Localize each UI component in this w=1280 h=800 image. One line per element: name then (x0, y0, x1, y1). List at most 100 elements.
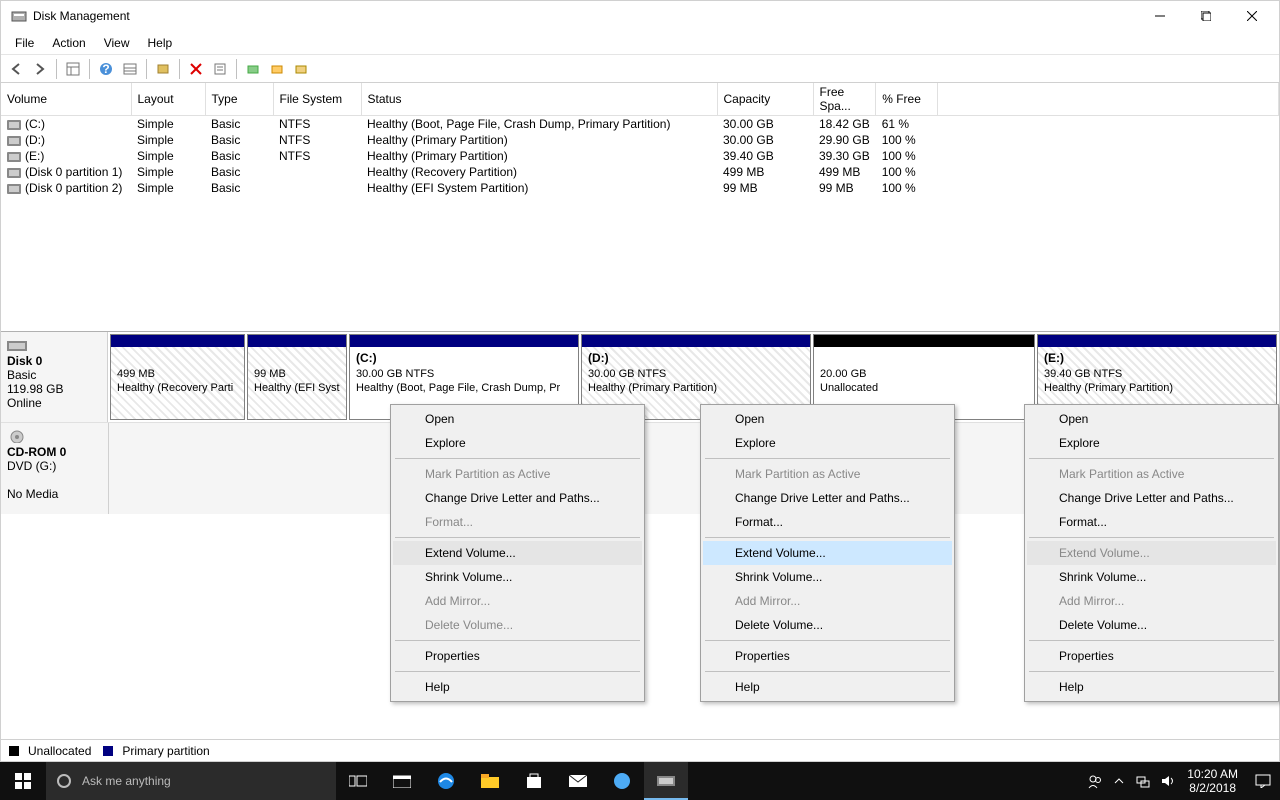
context-item[interactable]: Change Drive Letter and Paths... (393, 486, 642, 510)
context-item[interactable]: Help (1027, 675, 1276, 699)
search-placeholder: Ask me anything (82, 774, 171, 788)
context-item[interactable]: Shrink Volume... (393, 565, 642, 589)
delete-button[interactable] (185, 58, 207, 80)
column-header[interactable]: Status (361, 83, 717, 116)
context-menu-e[interactable]: OpenExploreMark Partition as ActiveChang… (1024, 404, 1279, 702)
context-item[interactable]: Shrink Volume... (1027, 565, 1276, 589)
context-item: Mark Partition as Active (703, 462, 952, 486)
partition[interactable]: 99 MBHealthy (EFI Syst (247, 334, 347, 420)
network-icon[interactable] (1131, 762, 1155, 800)
context-item[interactable]: Explore (703, 431, 952, 455)
menu-view[interactable]: View (96, 34, 138, 52)
close-button[interactable] (1229, 1, 1275, 31)
forward-button[interactable] (29, 58, 51, 80)
context-item[interactable]: Explore (393, 431, 642, 455)
cortana-icon (56, 773, 72, 789)
volume-icon[interactable] (1155, 762, 1179, 800)
partition[interactable]: 499 MBHealthy (Recovery Parti (110, 334, 245, 420)
taskbar-app-files[interactable] (468, 762, 512, 800)
context-menu-c[interactable]: OpenExploreMark Partition as ActiveChang… (390, 404, 645, 702)
action2-button[interactable] (266, 58, 288, 80)
action-center-icon[interactable] (1246, 762, 1280, 800)
disk-label[interactable]: Disk 0 Basic 119.98 GB Online (1, 332, 108, 422)
menu-separator (1029, 671, 1274, 672)
context-item[interactable]: Help (703, 675, 952, 699)
start-button[interactable] (0, 762, 46, 800)
taskbar-app-generic1[interactable] (600, 762, 644, 800)
titlebar: Disk Management (1, 1, 1279, 31)
table-row[interactable]: (C:)SimpleBasicNTFSHealthy (Boot, Page F… (1, 116, 1279, 133)
context-item[interactable]: Format... (1027, 510, 1276, 534)
menu-separator (395, 458, 640, 459)
list-button[interactable] (119, 58, 141, 80)
taskbar-app-edge[interactable] (424, 762, 468, 800)
volume-icon (7, 184, 21, 194)
taskbar-app-diskmgmt[interactable] (644, 762, 688, 800)
menu-separator (395, 640, 640, 641)
table-row[interactable]: (Disk 0 partition 1)SimpleBasicHealthy (… (1, 164, 1279, 180)
menu-action[interactable]: Action (44, 34, 93, 52)
context-item[interactable]: Extend Volume... (393, 541, 642, 565)
refresh-button[interactable] (152, 58, 174, 80)
properties-button[interactable] (209, 58, 231, 80)
table-row[interactable]: (Disk 0 partition 2)SimpleBasicHealthy (… (1, 180, 1279, 196)
menu-separator (395, 671, 640, 672)
context-item[interactable]: Change Drive Letter and Paths... (1027, 486, 1276, 510)
column-header[interactable]: Layout (131, 83, 205, 116)
context-item[interactable]: Explore (1027, 431, 1276, 455)
people-icon[interactable] (1083, 762, 1107, 800)
menubar: File Action View Help (1, 31, 1279, 55)
minimize-button[interactable] (1137, 1, 1183, 31)
context-item: Extend Volume... (1027, 541, 1276, 565)
table-row[interactable]: (D:)SimpleBasicNTFSHealthy (Primary Part… (1, 132, 1279, 148)
context-item[interactable]: Delete Volume... (1027, 613, 1276, 637)
action3-button[interactable] (290, 58, 312, 80)
context-item: Add Mirror... (393, 589, 642, 613)
search-box[interactable]: Ask me anything (46, 762, 336, 800)
window-title: Disk Management (33, 9, 130, 23)
context-item[interactable]: Open (393, 407, 642, 431)
taskbar-app-store[interactable] (512, 762, 556, 800)
context-item[interactable]: Properties (393, 644, 642, 668)
taskbar-app-explorer[interactable] (380, 762, 424, 800)
menu-separator (705, 671, 950, 672)
context-item[interactable]: Open (703, 407, 952, 431)
context-item[interactable]: Delete Volume... (703, 613, 952, 637)
disk-label[interactable]: CD-ROM 0 DVD (G:) No Media (1, 423, 109, 514)
system-tray: 10:20 AM 8/2/2018 (1083, 762, 1280, 800)
context-item[interactable]: Change Drive Letter and Paths... (703, 486, 952, 510)
task-view-icon[interactable] (336, 762, 380, 800)
column-header[interactable]: % Free (876, 83, 938, 116)
context-item[interactable]: Shrink Volume... (703, 565, 952, 589)
volume-list[interactable]: VolumeLayoutTypeFile SystemStatusCapacit… (1, 83, 1279, 331)
column-header[interactable]: Type (205, 83, 273, 116)
menu-separator (705, 640, 950, 641)
context-item[interactable]: Properties (1027, 644, 1276, 668)
context-item[interactable]: Open (1027, 407, 1276, 431)
menu-help[interactable]: Help (140, 34, 181, 52)
context-item[interactable]: Properties (703, 644, 952, 668)
column-header[interactable]: File System (273, 83, 361, 116)
menu-file[interactable]: File (7, 34, 42, 52)
taskbar: Ask me anything 10:20 AM 8/2/2018 (0, 762, 1280, 800)
maximize-button[interactable] (1183, 1, 1229, 31)
taskbar-clock[interactable]: 10:20 AM 8/2/2018 (1179, 767, 1246, 796)
toolbar: ? (1, 55, 1279, 83)
tray-chevron-icon[interactable] (1107, 762, 1131, 800)
back-button[interactable] (5, 58, 27, 80)
taskbar-app-mail[interactable] (556, 762, 600, 800)
legend-swatch-unallocated (9, 746, 19, 756)
column-header[interactable]: Capacity (717, 83, 813, 116)
view-button[interactable] (62, 58, 84, 80)
context-item[interactable]: Extend Volume... (703, 541, 952, 565)
column-header[interactable]: Volume (1, 83, 131, 116)
help-button[interactable]: ? (95, 58, 117, 80)
context-menu-d[interactable]: OpenExplore Mark Partition as ActiveChang… (700, 404, 955, 702)
context-item[interactable]: Format... (703, 510, 952, 534)
table-row[interactable]: (E:)SimpleBasicNTFSHealthy (Primary Part… (1, 148, 1279, 164)
context-item[interactable]: Help (393, 675, 642, 699)
volume-icon (7, 120, 21, 130)
column-header[interactable]: Free Spa... (813, 83, 876, 116)
action1-button[interactable] (242, 58, 264, 80)
volume-icon (7, 152, 21, 162)
